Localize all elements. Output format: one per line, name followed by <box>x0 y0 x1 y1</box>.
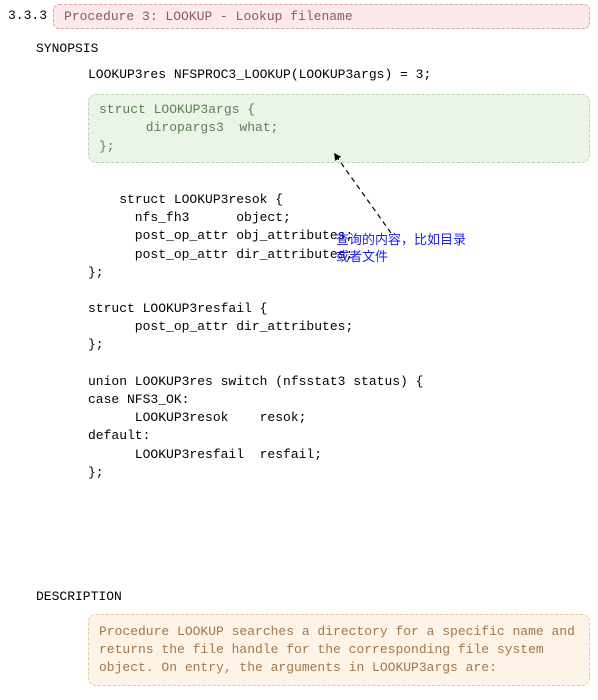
prototype-line: LOOKUP3res NFSPROC3_LOOKUP(LOOKUP3args) … <box>36 66 590 84</box>
description-box: Procedure LOOKUP searches a directory fo… <box>88 614 590 687</box>
annotation-text: 查询的内容，比如目录 或者文件 <box>336 231 486 266</box>
synopsis-heading: SYNOPSIS <box>36 41 590 56</box>
title-row: 3.3.3 Procedure 3: LOOKUP - Lookup filen… <box>8 4 590 29</box>
section-number: 3.3.3 <box>8 4 53 29</box>
args-struct-box: struct LOOKUP3args { diropargs3 what; }; <box>88 94 590 163</box>
procedure-title: Procedure 3: LOOKUP - Lookup filename <box>53 4 590 29</box>
annotation-line2: 或者文件 <box>336 249 388 264</box>
code-block: struct LOOKUP3resok { nfs_fh3 object; po… <box>36 173 590 573</box>
description-heading: DESCRIPTION <box>36 589 590 604</box>
annotation-line1: 查询的内容，比如目录 <box>336 232 466 247</box>
